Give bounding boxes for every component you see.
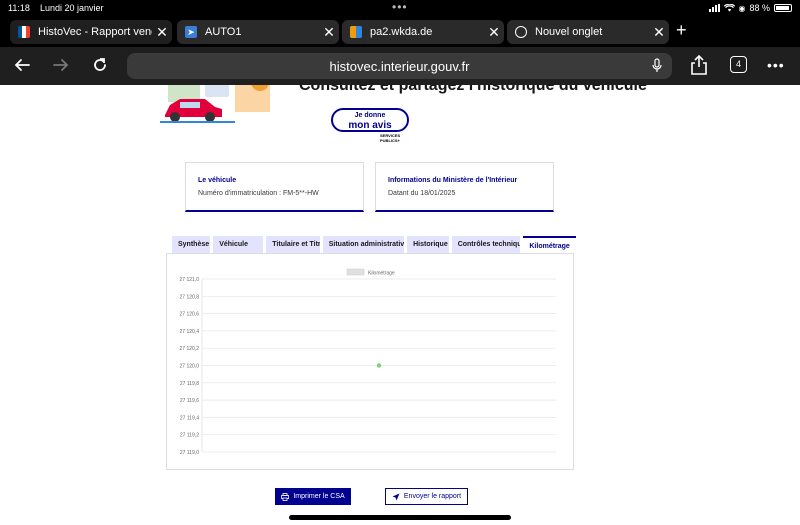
send-arrow-icon xyxy=(392,493,400,500)
location-icon: ◉ xyxy=(738,3,746,13)
auto1-icon: ➤ xyxy=(185,26,197,38)
tab-5[interactable]: Contrôles techniques xyxy=(451,236,521,253)
data-date: Datant du 18/01/2025 xyxy=(388,190,456,197)
multitasking-dots-icon[interactable]: ••• xyxy=(392,0,408,14)
page-title: Consultez et partagez l'historique du vé… xyxy=(299,85,647,94)
browser-tab-wkda[interactable]: pa2.wkda.de ✕ xyxy=(342,20,504,44)
new-tab-plus-icon[interactable]: + xyxy=(676,20,694,41)
feedback-line2: mon avis xyxy=(348,120,392,131)
page-content: Consultez et partagez l'historique du vé… xyxy=(0,85,800,525)
car-illustration xyxy=(160,85,270,123)
send-label: Envoyer le rapport xyxy=(403,493,462,500)
status-time: 11:18 xyxy=(8,3,30,13)
tab-3[interactable]: Situation administrative xyxy=(322,236,405,253)
y-tick-label: 27 119,8 xyxy=(180,381,199,387)
logo-line2: PUBLICS+ xyxy=(380,138,400,143)
tab-title: pa2.wkda.de xyxy=(370,26,433,38)
wkda-icon xyxy=(350,26,362,38)
y-tick-label: 27 119,6 xyxy=(180,398,199,404)
tab-2[interactable]: Titulaire et Titre xyxy=(266,236,320,253)
close-icon[interactable]: ✕ xyxy=(319,24,339,41)
y-tick-label: 27 120,6 xyxy=(180,312,200,318)
back-arrow-icon[interactable] xyxy=(12,56,32,76)
browser-tab-histovec[interactable]: HistoVec - Rapport vendeu ✕ xyxy=(10,20,172,44)
status-right: ◉ 88 % xyxy=(708,3,792,13)
give-feedback-button[interactable]: Je donne mon avis xyxy=(331,108,409,132)
battery-percent: 88 % xyxy=(749,3,770,13)
close-icon[interactable]: ✕ xyxy=(649,24,669,41)
mileage-chart: Kilométrage 27 121,0 27 120,8 27 120,6 27 12… xyxy=(180,268,556,456)
address-bar[interactable]: histovec.interieur.gouv.fr xyxy=(127,53,672,79)
tab-title: Nouvel onglet xyxy=(535,26,603,38)
flag-icon xyxy=(18,26,30,38)
tab-4[interactable]: Historique xyxy=(407,236,449,253)
y-tick-label: 27 120,2 xyxy=(180,346,200,352)
close-icon[interactable]: ✕ xyxy=(152,24,172,41)
forward-arrow-icon[interactable] xyxy=(51,56,71,76)
y-tick-label: 27 121,0 xyxy=(180,277,200,283)
legend-label: Kilométrage xyxy=(368,271,395,277)
battery-icon xyxy=(774,4,792,12)
y-tick-label: 27 120,8 xyxy=(180,294,200,300)
report-tabs: Synthèse Véhicule Titulaire et Titre Situat… xyxy=(172,236,576,253)
vehicle-card: Le véhicule Numéro d'immatriculation : F… xyxy=(185,162,364,212)
services-publics-logo: SERVICES PUBLICS+ xyxy=(380,133,400,143)
y-tick-label: 27 120,4 xyxy=(180,329,200,335)
reload-icon[interactable] xyxy=(90,56,110,76)
mileage-point[interactable] xyxy=(376,363,382,368)
status-date: Lundi 20 janvier xyxy=(40,3,104,13)
tab-0[interactable]: Synthèse xyxy=(172,236,211,253)
share-icon[interactable] xyxy=(690,55,708,75)
send-report-button[interactable]: Envoyer le rapport xyxy=(385,488,468,505)
y-tick-label: 27 119,0 xyxy=(180,450,199,456)
close-icon[interactable]: ✕ xyxy=(484,24,504,41)
tab-6[interactable]: Kilométrage xyxy=(523,236,576,253)
y-tick-label: 27 119,4 xyxy=(180,415,199,421)
print-csa-button[interactable]: Imprimer le CSA xyxy=(275,488,351,505)
status-bar: 11:18 Lundi 20 janvier ••• ◉ 88 % xyxy=(0,0,800,17)
printer-icon xyxy=(281,492,290,501)
legend-swatch[interactable] xyxy=(346,268,365,276)
globe-icon xyxy=(515,26,527,38)
tab-title: HistoVec - Rapport vendeu xyxy=(38,26,152,38)
tab-title: AUTO1 xyxy=(205,26,242,38)
tab-1[interactable]: Véhicule xyxy=(213,236,264,253)
vehicle-card-title: Le véhicule xyxy=(198,177,237,184)
signal-icon xyxy=(708,4,720,12)
ministry-card-title: Informations du Ministère de l'Intérieur xyxy=(388,177,518,184)
browser-toolbar: histovec.interieur.gouv.fr xyxy=(0,47,800,85)
microphone-icon[interactable] xyxy=(652,58,662,74)
mileage-chart-panel: Kilométrage 27 121,0 27 120,8 27 120,6 27 12… xyxy=(166,253,574,470)
home-indicator[interactable] xyxy=(289,515,511,520)
print-label: Imprimer le CSA xyxy=(293,493,345,500)
ministry-card: Informations du Ministère de l'Intérieur… xyxy=(375,162,554,212)
browser-tab-auto1[interactable]: ➤ AUTO1 ✕ xyxy=(177,20,339,44)
browser-tab-new[interactable]: Nouvel onglet ✕ xyxy=(507,20,669,44)
y-tick-label: 27 120,0 xyxy=(180,364,200,370)
registration-number: Numéro d'immatriculation : FM-5**-HW xyxy=(198,190,319,197)
feedback-line1: Je donne xyxy=(354,112,386,119)
tab-count-button[interactable]: 4 xyxy=(730,56,747,73)
wifi-icon xyxy=(723,4,735,12)
url-text: histovec.interieur.gouv.fr xyxy=(329,58,470,74)
more-options-icon[interactable]: ••• xyxy=(767,57,785,73)
y-tick-label: 27 119,2 xyxy=(180,433,199,439)
